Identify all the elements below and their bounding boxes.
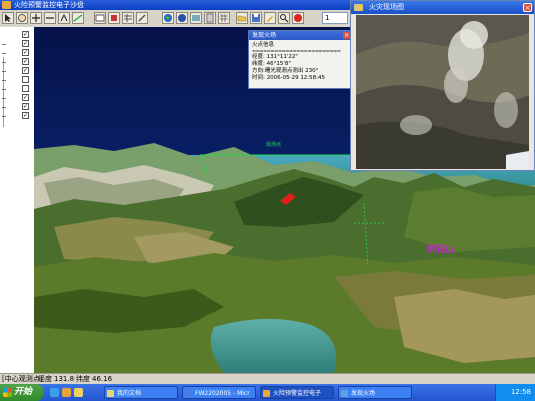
globe-icon[interactable] <box>162 12 174 24</box>
popup-close-icon[interactable]: × <box>343 32 350 39</box>
task-fire-scene[interactable]: 发现火场 <box>338 386 412 399</box>
layer-root[interactable]: ✓ <box>2 31 32 40</box>
table-icon[interactable] <box>122 12 134 24</box>
layer-item[interactable] <box>2 76 32 85</box>
window-title: 火险预警监控电子沙盘 <box>14 1 84 9</box>
layer-item[interactable]: ✓ <box>2 58 32 67</box>
grid-icon[interactable] <box>218 12 230 24</box>
task-word-document[interactable]: FW2202005 - Micr <box>182 386 256 399</box>
popup-time: 时间: 2006-05-29 12:58:45 <box>252 75 326 81</box>
layer-item[interactable]: ✓ <box>2 40 32 49</box>
start-label: 开始 <box>14 387 33 397</box>
identify-icon[interactable] <box>94 12 106 24</box>
layer-item[interactable]: ✓ <box>2 49 32 58</box>
observation-text: 观测点 <box>266 141 281 148</box>
popup-title: 发现火场 <box>249 31 351 40</box>
layer-checkbox[interactable]: ✓ <box>22 58 29 65</box>
layer-checkbox[interactable] <box>22 85 29 92</box>
pan-icon[interactable] <box>16 12 28 24</box>
open-icon[interactable] <box>236 12 248 24</box>
rotate-icon[interactable] <box>58 12 70 24</box>
layer-item[interactable]: ✓ <box>2 67 32 76</box>
popup-heading: 火点信息 <box>252 42 275 48</box>
popup-longitude: 经度: 131°11'22" <box>252 54 298 60</box>
save-icon[interactable] <box>250 12 262 24</box>
layer-checkbox[interactable]: ✓ <box>22 103 29 110</box>
fire-scene-photo <box>356 15 529 169</box>
clock: 12:58 <box>510 388 531 396</box>
pointer-icon[interactable] <box>2 12 14 24</box>
layer-checkbox[interactable]: ✓ <box>22 49 29 56</box>
fire-photo-window: 火灾现场图 × <box>350 0 535 171</box>
stop-icon[interactable] <box>292 12 304 24</box>
ie-icon[interactable] <box>50 388 59 397</box>
layers-icon[interactable] <box>176 12 188 24</box>
layer-checkbox[interactable]: ✓ <box>22 94 29 101</box>
layer-checkbox[interactable] <box>22 76 29 83</box>
desktop-icon[interactable] <box>74 388 83 397</box>
tools-icon[interactable] <box>136 12 148 24</box>
layer-item[interactable]: ✓ <box>2 103 32 112</box>
layer-panel: ✓ ✓ ✓ ✓ ✓ ✓ ✓ ✓ <box>0 27 35 373</box>
layer-checkbox[interactable]: ✓ <box>22 67 29 74</box>
fire-info-popup: 发现火场 × 火点信息 ======================== 经度:… <box>248 30 352 89</box>
layer-checkbox[interactable]: ✓ <box>22 40 29 47</box>
print-icon[interactable] <box>204 12 216 24</box>
layer-item[interactable]: ✓ <box>2 94 32 103</box>
layer-item[interactable] <box>2 85 32 94</box>
select-icon[interactable] <box>108 12 120 24</box>
popup-direction: 方向:曙光观测点测出 230° <box>252 68 319 74</box>
search-icon[interactable] <box>278 12 290 24</box>
photo-close-button[interactable]: × <box>523 3 532 12</box>
measure-icon[interactable] <box>72 12 84 24</box>
mountain-label: 桃花山 <box>427 245 455 255</box>
zoom-input[interactable]: 1 <box>322 12 348 24</box>
start-button[interactable]: 开始 <box>0 384 44 401</box>
folder-icon[interactable] <box>62 388 71 397</box>
zoom-in-icon[interactable] <box>30 12 42 24</box>
zoom-out-icon[interactable] <box>44 12 56 24</box>
app-icon <box>2 1 11 9</box>
edit-icon[interactable] <box>264 12 276 24</box>
popup-latitude: 纬度: 46°15'8" <box>252 61 291 67</box>
system-tray: 12:58 <box>495 384 535 401</box>
task-sandbox-app[interactable]: 火险预警监控电子 <box>260 386 334 399</box>
windows-flag-icon <box>3 388 12 397</box>
window-icon <box>354 4 363 11</box>
layer-checkbox[interactable]: ✓ <box>22 31 29 38</box>
taskbar: 开始 我的文档 FW2202005 - Micr 火险预警监控电子 发现火场 1… <box>0 384 535 401</box>
photo-window-title: 火灾现场图 <box>351 1 534 14</box>
layer-item[interactable]: ✓ <box>2 112 32 121</box>
layer-checkbox[interactable]: ✓ <box>22 112 29 119</box>
photo-icon[interactable] <box>190 12 202 24</box>
task-my-documents[interactable]: 我的文档 <box>104 386 178 399</box>
